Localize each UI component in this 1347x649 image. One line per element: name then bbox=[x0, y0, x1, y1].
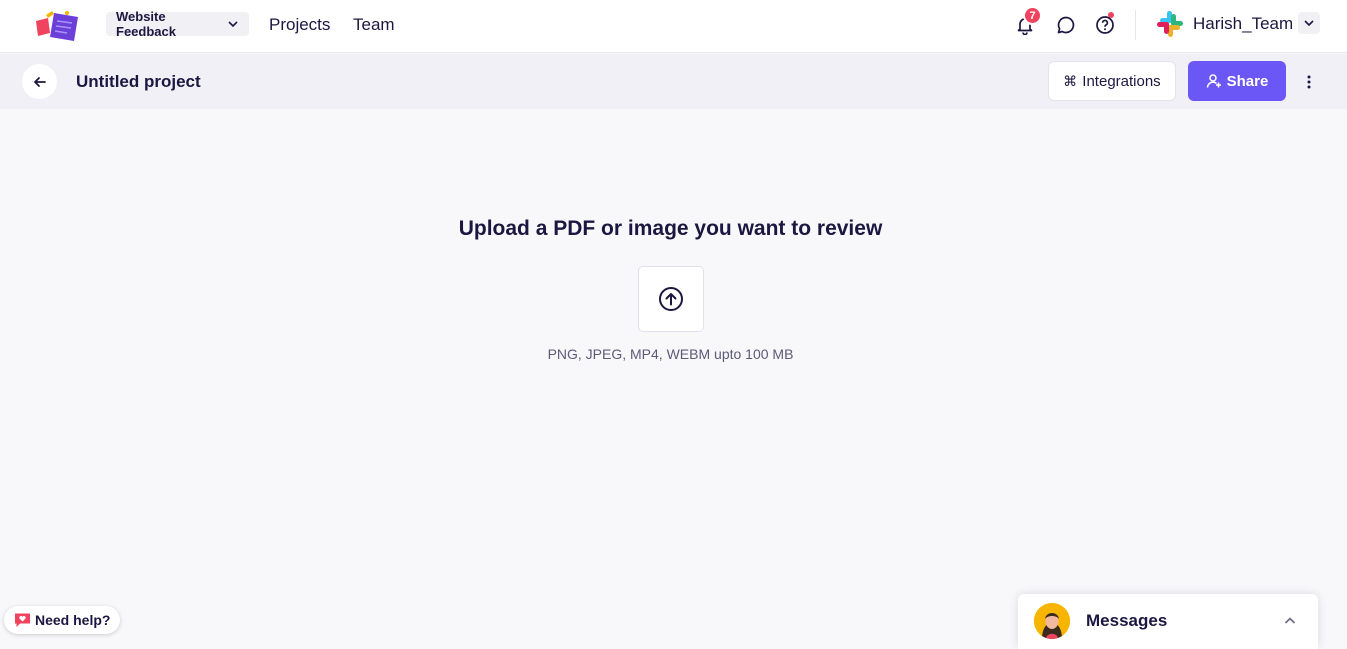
more-options-button[interactable] bbox=[1298, 71, 1320, 93]
top-navbar: Website Feedback Projects Team 7 Harish_… bbox=[0, 0, 1347, 53]
nav-team[interactable]: Team bbox=[353, 15, 395, 35]
need-help-label: Need help? bbox=[35, 612, 111, 628]
notification-badge: 7 bbox=[1023, 6, 1042, 25]
messages-label: Messages bbox=[1086, 611, 1168, 630]
heart-chat-icon bbox=[15, 613, 30, 627]
team-menu-button[interactable] bbox=[1298, 12, 1320, 34]
arrow-left-icon bbox=[33, 76, 46, 87]
workspace-label: Website Feedback bbox=[116, 9, 176, 39]
nav-projects[interactable]: Projects bbox=[269, 15, 330, 35]
integrations-button[interactable]: ⌘ Integrations bbox=[1048, 61, 1176, 101]
back-button[interactable] bbox=[22, 64, 57, 99]
kebab-icon bbox=[1307, 75, 1311, 89]
chevron-down-icon bbox=[1304, 20, 1314, 27]
app-logo[interactable] bbox=[34, 9, 82, 43]
navbar-divider bbox=[1135, 10, 1136, 40]
upload-heading: Upload a PDF or image you want to review bbox=[458, 217, 883, 240]
help-circle-icon bbox=[1096, 16, 1114, 34]
team-name[interactable]: Harish_Team bbox=[1193, 14, 1293, 34]
messages-panel[interactable]: Messages bbox=[1018, 594, 1318, 649]
project-toolbar: Untitled project ⌘ Integrations Share bbox=[0, 54, 1347, 109]
project-title[interactable]: Untitled project bbox=[76, 72, 201, 92]
integrations-label: Integrations bbox=[1082, 72, 1161, 90]
chevron-up-icon[interactable] bbox=[1280, 611, 1300, 631]
upload-button[interactable] bbox=[638, 266, 704, 332]
command-icon: ⌘ bbox=[1063, 72, 1078, 89]
help-indicator-dot bbox=[1108, 12, 1114, 18]
slack-logo bbox=[1157, 11, 1183, 37]
upload-arrow-icon bbox=[659, 287, 683, 311]
need-help-button[interactable]: Need help? bbox=[4, 606, 120, 634]
messages-button[interactable] bbox=[1054, 13, 1078, 37]
upload-format-hint: PNG, JPEG, MP4, WEBM upto 100 MB bbox=[547, 346, 794, 362]
avatar bbox=[1034, 603, 1070, 639]
share-button[interactable]: Share bbox=[1188, 61, 1286, 101]
workspace-selector[interactable]: Website Feedback bbox=[106, 9, 249, 39]
chevron-down-icon bbox=[227, 18, 239, 30]
chat-bubble-icon bbox=[1057, 16, 1075, 34]
share-label: Share bbox=[1226, 72, 1269, 90]
add-user-icon bbox=[1206, 74, 1221, 88]
